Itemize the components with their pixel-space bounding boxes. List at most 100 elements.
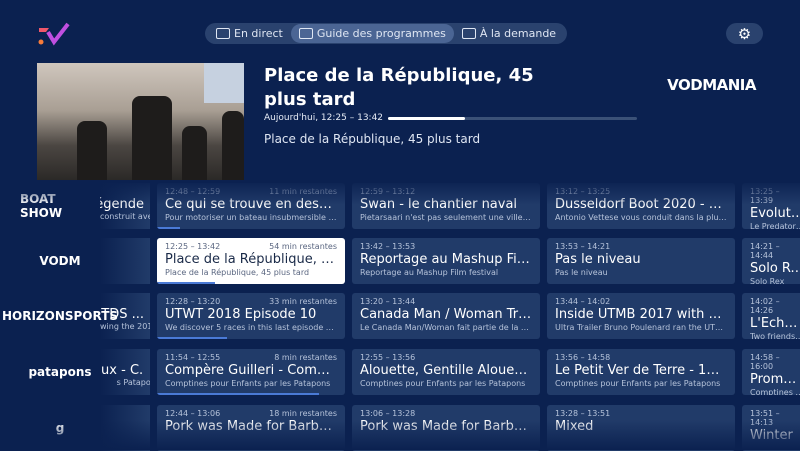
program-card[interactable]: 13:56 – 14:58 Le Petit Ver de Terre - 1h… [547, 349, 735, 395]
channel-row: teaux - C...s Pataponspatapons 11:54 – 1… [0, 349, 800, 395]
previous-program[interactable] [100, 238, 150, 284]
channel-logo[interactable]: patapons [20, 349, 100, 395]
previous-program[interactable]: légendeconstruit avec ... [100, 183, 150, 229]
program-card[interactable]: 11:54 – 12:55 8 min restantes Compère Gui… [157, 349, 345, 395]
program-time: 14:58 – 16:00 [750, 353, 780, 371]
featured-time: Aujourd'hui, 12:25 – 13:42 [264, 113, 384, 123]
program-description: Le Canada Man/Woman fait partie de la sé… [360, 323, 532, 332]
program-description: Comptines po [750, 388, 800, 395]
program-title: Canada Man / Woman Triathl... [360, 307, 532, 322]
program-time: 13:06 – 13:28 [360, 409, 416, 418]
featured-title: Place de la République, 45 plus tard [264, 65, 534, 110]
program-card[interactable]: 14:02 – 14:26 L'Echappée Two friends ul [742, 293, 800, 339]
program-card[interactable]: 12:25 – 13:42 54 min restantes Place de l… [157, 238, 345, 284]
program-time: 12:25 – 13:42 [165, 242, 221, 251]
program-time: 13:56 – 14:58 [555, 353, 611, 362]
program-time: 12:55 – 13:56 [360, 353, 416, 362]
channel-row: VODM 12:25 – 13:42 54 min restantes Place… [0, 238, 800, 284]
program-title: Dusseldorf Boot 2020 - Voile [555, 197, 727, 212]
program-title: Pork was Made for Barbeques [165, 419, 337, 434]
program-title: Pork was Made for Barbeques [360, 419, 532, 434]
program-description: Antonio Vettese vous conduit dans la plu… [555, 213, 727, 222]
program-card[interactable]: 13:42 – 13:53 Reportage au Mashup Film f… [352, 238, 540, 284]
program-time: 12:59 – 13:12 [360, 187, 416, 196]
program-time: 13:53 – 14:21 [555, 242, 611, 251]
program-title: Reportage au Mashup Film f... [360, 252, 532, 267]
program-title: Alouette, Gentille Alouette - ... [360, 363, 532, 378]
tv-play-icon [216, 28, 230, 39]
grid-list-icon [298, 28, 313, 39]
program-time: 12:48 – 12:59 [165, 187, 221, 196]
settings-button[interactable]: ⚙ [726, 23, 763, 44]
program-title: Pas le niveau [555, 252, 641, 267]
tab-program-guide[interactable]: Guide des programmes [290, 24, 454, 43]
program-time: 13:12 – 13:25 [555, 187, 611, 196]
program-progress [157, 227, 180, 229]
program-time: 13:42 – 13:53 [360, 242, 416, 251]
program-card[interactable]: 12:44 – 13:06 18 min restantes Pork was M… [157, 405, 345, 451]
program-description: Pas le niveau [555, 268, 608, 277]
program-card[interactable]: 13:06 – 13:28 Pork was Made for Barbeque… [352, 405, 540, 451]
program-time: 13:44 – 14:02 [555, 297, 611, 306]
channel-logo: VODMANIA [667, 76, 756, 94]
remaining-time: 11 min restantes [269, 187, 337, 196]
program-title: Swan - le chantier naval [360, 197, 518, 212]
program-title: Mixed [555, 419, 594, 434]
previous-program[interactable] [100, 405, 150, 451]
program-description: Pour motoriser un bateau insubmersible c… [165, 213, 337, 222]
featured-description: Place de la République, 45 plus tard [264, 132, 481, 146]
program-time: 13:20 – 13:44 [360, 297, 416, 306]
program-time: 14:02 – 14:26 [750, 297, 780, 315]
program-description: Two friends ul [750, 332, 800, 339]
program-time: 14:21 – 14:44 [750, 242, 780, 260]
program-progress [157, 337, 227, 339]
program-time: 12:28 – 13:20 [165, 297, 221, 306]
program-title: Place de la République, 45 p... [165, 252, 337, 267]
program-description: Comptines pour Enfants par les Patapons [555, 379, 721, 388]
program-card[interactable]: 14:58 – 16:00 Promenons Comptines po [742, 349, 800, 395]
program-progress [157, 393, 319, 395]
previous-program[interactable]: teaux - C...s Patapons [100, 349, 150, 395]
program-card[interactable]: 12:55 – 13:56 Alouette, Gentille Alouett… [352, 349, 540, 395]
main-nav: En direct Guide des programmes À la dema… [205, 23, 568, 44]
tab-live[interactable]: En direct [208, 24, 291, 43]
remaining-time: 54 min restantes [269, 242, 337, 251]
program-title: L'Echappée [750, 316, 800, 331]
program-title: UTWT 2018 Episode 10 [165, 307, 317, 322]
channel-logo[interactable]: HORIZONSPORTS [2, 293, 118, 339]
program-title: Winter [750, 428, 793, 443]
channel-logo[interactable]: VODM [20, 238, 100, 284]
program-title: Promenons [750, 372, 800, 387]
program-preview-image [37, 63, 244, 181]
channel-logo[interactable]: BOAT SHOW [20, 183, 100, 229]
program-card[interactable]: 13:12 – 13:25 Dusseldorf Boot 2020 - Voi… [547, 183, 735, 229]
program-title: Compère Guilleri - Comptine... [165, 363, 337, 378]
program-title: Le Petit Ver de Terre - 1h de ... [555, 363, 727, 378]
clapperboard-icon [461, 28, 476, 39]
program-title: Evolution [750, 206, 800, 221]
program-progress [157, 282, 216, 284]
program-description: Pietarsaari n'est pas seulement une vill… [360, 213, 532, 222]
tab-on-demand[interactable]: À la demande [454, 24, 564, 43]
channel-row: légendeconstruit avec ...BOAT SHOW 12:48… [0, 183, 800, 229]
program-card[interactable]: 13:44 – 14:02 Inside UTMB 2017 with Brun… [547, 293, 735, 339]
program-description: Comptines pour Enfants par les Patapons [360, 379, 526, 388]
program-title: Solo Rex [750, 261, 800, 276]
app-logo [38, 22, 70, 46]
program-card[interactable]: 12:28 – 13:20 33 min restantes UTWT 2018 … [157, 293, 345, 339]
channel-row: 8 - TDS ...wing the 2018...HORIZONSPORTS… [0, 293, 800, 339]
program-card[interactable]: 13:20 – 13:44 Canada Man / Woman Triathl… [352, 293, 540, 339]
program-card[interactable]: 13:51 – 14:13 Winter [742, 405, 800, 451]
program-description: Le Predator 60 [750, 222, 800, 229]
remaining-time: 18 min restantes [269, 409, 337, 418]
channel-logo[interactable]: g [20, 405, 100, 451]
program-card[interactable]: 13:28 – 13:51 Mixed [547, 405, 735, 451]
program-time: 11:54 – 12:55 [165, 353, 221, 362]
program-card[interactable]: 12:48 – 12:59 11 min restantes Ce qui se … [157, 183, 345, 229]
gear-icon: ⚙ [737, 24, 752, 43]
program-card[interactable]: 12:59 – 13:12 Swan - le chantier naval P… [352, 183, 540, 229]
program-card[interactable]: 14:21 – 14:44 Solo Rex Solo Rex [742, 238, 800, 284]
program-card[interactable]: 13:25 – 13:39 Evolution Le Predator 60 [742, 183, 800, 229]
remaining-time: 8 min restantes [274, 353, 337, 362]
program-card[interactable]: 13:53 – 14:21 Pas le niveau Pas le nivea… [547, 238, 735, 284]
